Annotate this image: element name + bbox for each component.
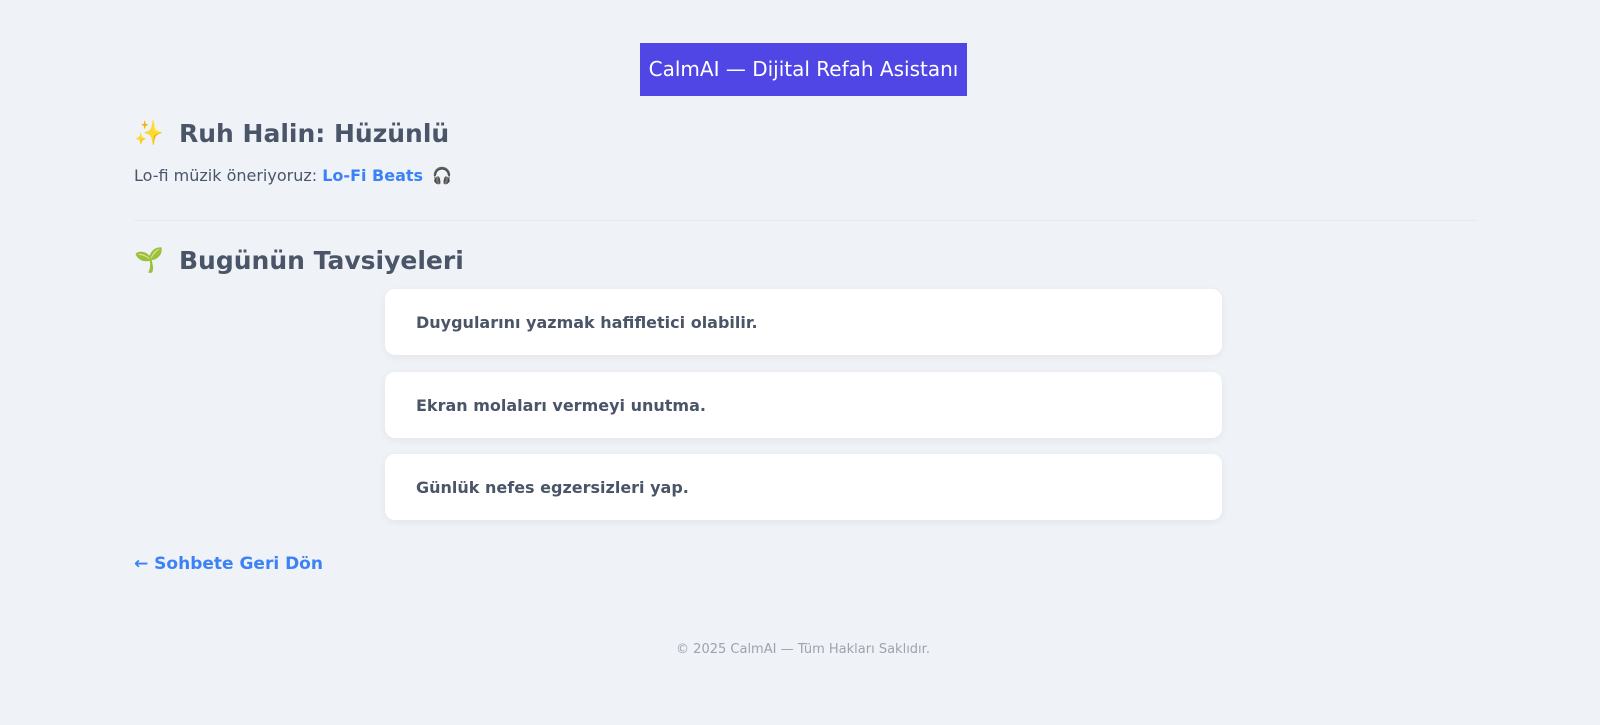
section-divider <box>134 220 1476 221</box>
lofi-beats-link[interactable]: Lo-Fi Beats <box>322 166 423 185</box>
brand-banner: CalmAI — Dijital Refah Asistanı <box>640 43 967 96</box>
recommendation-card: Günlük nefes egzersizleri yap. <box>385 454 1222 520</box>
footer-copyright: © 2025 CalmAI — Tüm Hakları Saklıdır. <box>676 642 930 657</box>
recommendations-heading: 🌱 Bugünün Tavsiyeleri <box>134 243 464 277</box>
music-prefix: Lo-fi müzik öneriyoruz: <box>134 166 318 185</box>
page: CalmAI — Dijital Refah Asistanı ✨ Ruh Ha… <box>0 0 1600 725</box>
mood-title: Ruh Halin: Hüzünlü <box>179 118 450 148</box>
sparkles-icon: ✨ <box>134 119 164 147</box>
headphones-icon: 🎧 <box>432 166 453 185</box>
seedling-icon: 🌱 <box>134 246 164 274</box>
music-suggestion: Lo-fi müzik öneriyoruz: Lo-Fi Beats 🎧 <box>134 166 452 185</box>
mood-heading: ✨ Ruh Halin: Hüzünlü <box>134 116 449 150</box>
recommendation-card: Ekran molaları vermeyi unutma. <box>385 372 1222 438</box>
recommendations-title: Bugünün Tavsiyeleri <box>179 245 464 275</box>
recommendation-card: Duygularını yazmak hafifletici olabilir. <box>385 289 1222 355</box>
back-to-chat-link[interactable]: ← Sohbete Geri Dön <box>134 554 323 574</box>
